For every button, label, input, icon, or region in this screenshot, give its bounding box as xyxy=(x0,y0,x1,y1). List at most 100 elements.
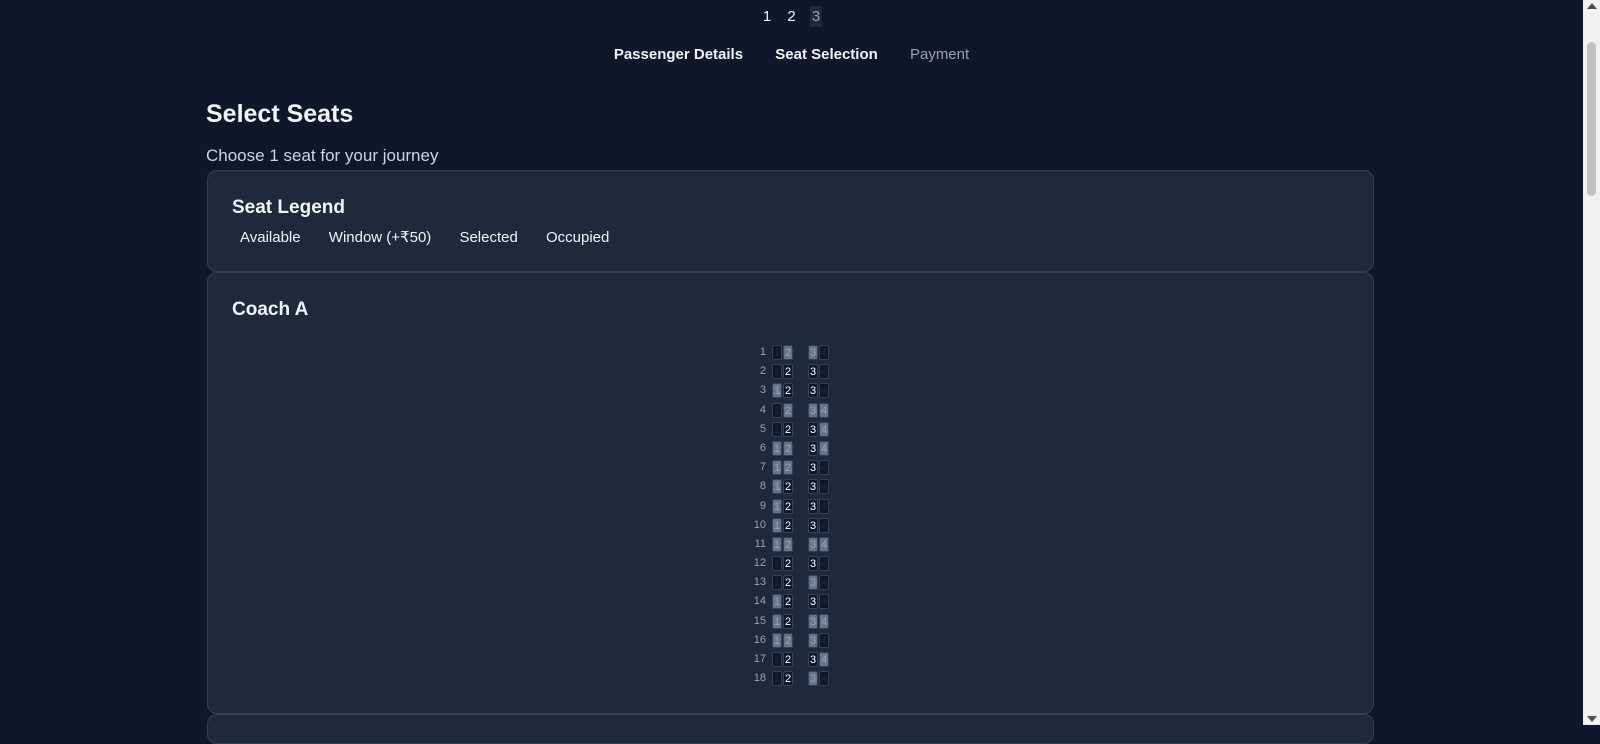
seat-legend-title: Seat Legend xyxy=(232,197,345,218)
seat-2-1-window[interactable]: 1 xyxy=(772,364,782,380)
seat-row: 18 1 2 3 4 xyxy=(748,669,848,688)
row-number: 9 xyxy=(759,499,766,512)
coach-title: Coach A xyxy=(232,299,309,320)
seat-10-4-window[interactable]: 4 xyxy=(819,517,829,533)
seat-9-2-available[interactable]: 2 xyxy=(783,498,793,514)
step-number-1: 1 xyxy=(762,8,772,25)
step-number-3: 3 xyxy=(809,6,823,27)
seat-15-1-occupied: 1 xyxy=(772,613,782,629)
seat-8-1-occupied: 1 xyxy=(772,479,782,495)
seat-16-2-occupied: 2 xyxy=(783,632,793,648)
row-number: 5 xyxy=(759,422,766,435)
seat-10-2-available[interactable]: 2 xyxy=(783,517,793,533)
seat-2-2-available[interactable]: 2 xyxy=(783,364,793,380)
seat-11-1-occupied: 1 xyxy=(772,536,782,552)
seat-12-2-available[interactable]: 2 xyxy=(783,556,793,572)
seat-12-3-available[interactable]: 3 xyxy=(808,556,818,572)
seat-row: 11234 xyxy=(748,343,848,362)
legend-occupied: Occupied xyxy=(546,229,610,246)
seat-6-3-available[interactable]: 3 xyxy=(808,440,818,456)
seat-row: 12 1 2 3 4 xyxy=(748,554,848,573)
seat-row: 21234 xyxy=(748,362,848,381)
seat-4-3-occupied: 3 xyxy=(808,402,818,418)
seat-5-2-available[interactable]: 2 xyxy=(783,421,793,437)
seat-11-2-occupied: 2 xyxy=(783,536,793,552)
seat-1-4-window[interactable]: 4 xyxy=(819,345,829,360)
seat-18-1-window[interactable]: 1 xyxy=(772,671,782,687)
seat-3-2-available[interactable]: 2 xyxy=(783,383,793,399)
step-labels: Passenger Details Seat Selection Payment xyxy=(0,46,1583,63)
seat-17-3-available[interactable]: 3 xyxy=(808,652,818,667)
seat-4-2-occupied: 2 xyxy=(783,402,793,418)
seat-8-3-available[interactable]: 3 xyxy=(808,479,818,495)
seat-9-3-available[interactable]: 3 xyxy=(808,498,818,514)
seat-1-1-window[interactable]: 1 xyxy=(772,345,782,360)
seat-7-3-available[interactable]: 3 xyxy=(808,460,818,476)
seat-15-4-occupied: 4 xyxy=(819,613,829,629)
seat-3-4-window[interactable]: 4 xyxy=(819,383,829,399)
seat-15-2-available[interactable]: 2 xyxy=(783,613,793,629)
seat-row: 41234 xyxy=(748,401,848,420)
seat-row: 16 1 2 3 4 xyxy=(748,631,848,650)
row-number: 3 xyxy=(759,384,766,397)
coach-card: Coach A 11234212343123441234512346123471… xyxy=(207,272,1374,714)
seat-7-4-window[interactable]: 4 xyxy=(819,460,829,476)
row-number: 7 xyxy=(759,461,766,474)
row-number: 13 xyxy=(753,576,766,589)
seat-14-2-available[interactable]: 2 xyxy=(783,594,793,610)
seat-row: 17 1 2 3 4 xyxy=(748,650,848,669)
scrollbar-thumb[interactable] xyxy=(1587,42,1596,196)
step-label-payment: Payment xyxy=(909,46,970,63)
seat-row: 91234 xyxy=(748,497,848,516)
seat-12-1-window[interactable]: 1 xyxy=(772,556,782,572)
seat-4-1-window[interactable]: 1 xyxy=(772,402,782,418)
seat-row: 81234 xyxy=(748,477,848,496)
seat-18-4-window[interactable]: 4 xyxy=(819,671,829,687)
seat-10-1-occupied: 1 xyxy=(772,517,782,533)
seat-4-4-occupied: 4 xyxy=(819,402,829,418)
seat-14-4-window[interactable]: 4 xyxy=(819,594,829,610)
seat-row: 14 1 2 3 4 xyxy=(748,592,848,611)
row-number: 14 xyxy=(753,595,766,608)
seat-5-1-window[interactable]: 1 xyxy=(772,421,782,437)
seat-18-2-available[interactable]: 2 xyxy=(783,671,793,687)
seat-row: 15 1 2 3 4 xyxy=(748,612,848,631)
row-number: 16 xyxy=(753,633,766,646)
seat-5-3-available[interactable]: 3 xyxy=(808,421,818,437)
seat-16-3-occupied: 3 xyxy=(808,632,818,648)
scroll-up-icon[interactable] xyxy=(1587,3,1597,9)
seat-14-3-available[interactable]: 3 xyxy=(808,594,818,610)
seat-10-3-available[interactable]: 3 xyxy=(808,517,818,533)
seat-11-3-occupied: 3 xyxy=(808,536,818,552)
step-indicator: 1 2 3 xyxy=(0,6,1583,27)
seat-3-3-available[interactable]: 3 xyxy=(808,383,818,399)
seat-13-3-occupied: 3 xyxy=(808,575,818,591)
legend-available: Available xyxy=(240,229,301,246)
seat-13-2-available[interactable]: 2 xyxy=(783,575,793,591)
seat-12-4-window[interactable]: 4 xyxy=(819,556,829,572)
seat-row: 61234 xyxy=(748,439,848,458)
seat-2-4-window[interactable]: 4 xyxy=(819,364,829,380)
step-number-2: 2 xyxy=(787,8,796,25)
seat-17-1-window[interactable]: 1 xyxy=(772,652,782,667)
seat-legend-items: Available Window (+₹50) Selected Occupie… xyxy=(240,228,633,246)
seat-16-4-window[interactable]: 4 xyxy=(819,632,829,648)
row-number: 11 xyxy=(754,537,766,550)
seat-8-2-available[interactable]: 2 xyxy=(783,479,793,495)
seat-13-1-window[interactable]: 1 xyxy=(772,575,782,591)
seat-map: 1123421234312344123451234612347123481234… xyxy=(748,343,848,688)
page-scrollbar[interactable] xyxy=(1583,0,1600,725)
seat-legend-card: Seat Legend Available Window (+₹50) Sele… xyxy=(207,170,1374,272)
row-number: 1 xyxy=(759,346,766,358)
seat-row: 31234 xyxy=(748,381,848,400)
row-number: 17 xyxy=(753,653,766,665)
seat-8-4-window[interactable]: 4 xyxy=(819,479,829,495)
seat-2-3-available[interactable]: 3 xyxy=(808,364,818,380)
seat-17-2-available[interactable]: 2 xyxy=(783,652,793,667)
scroll-down-icon[interactable] xyxy=(1587,716,1597,722)
seat-13-4-window[interactable]: 4 xyxy=(819,575,829,591)
seat-7-2-occupied: 2 xyxy=(783,460,793,476)
seat-row: 10 1 2 3 4 xyxy=(748,516,848,535)
next-coach-card xyxy=(207,714,1374,744)
seat-9-4-window[interactable]: 4 xyxy=(819,498,829,514)
